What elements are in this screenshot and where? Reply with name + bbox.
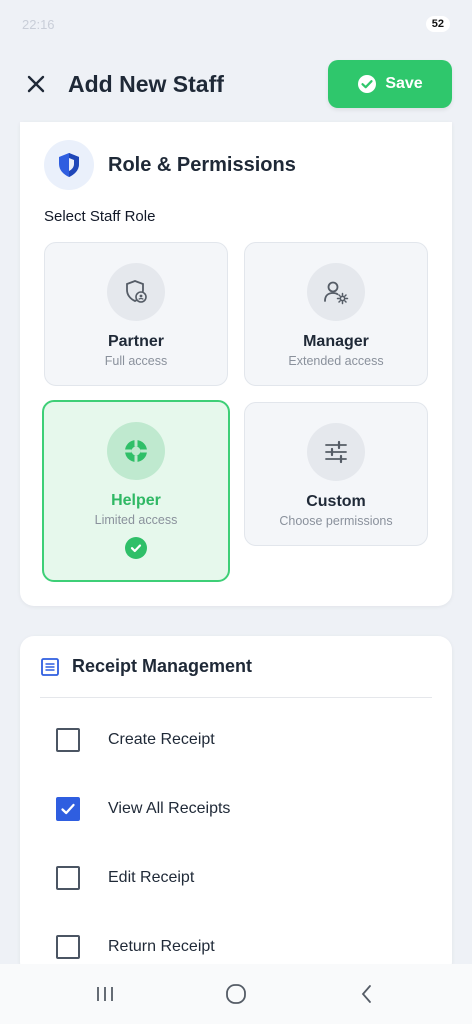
status-time: 22:16 <box>22 16 55 32</box>
permission-view-all-receipts[interactable]: View All Receipts <box>56 797 230 821</box>
lifebuoy-icon <box>125 440 147 462</box>
home-icon <box>226 984 246 1004</box>
role-name: Partner <box>107 333 165 350</box>
checkbox[interactable] <box>56 935 80 959</box>
shield-icon-wrap <box>44 140 94 190</box>
battery-indicator: 52 <box>425 16 450 32</box>
checkbox[interactable] <box>56 728 80 752</box>
checkmark-icon <box>61 803 75 815</box>
role-name: Manager <box>303 333 369 350</box>
role-desc: Limited access <box>94 513 178 527</box>
save-button[interactable]: Save <box>328 60 452 108</box>
save-label: Save <box>385 75 423 92</box>
check-circle-icon <box>358 75 377 93</box>
permission-label: Return Receipt <box>108 938 215 955</box>
checkbox[interactable] <box>56 797 80 821</box>
permission-create-receipt[interactable]: Create Receipt <box>56 728 215 752</box>
recent-apps-icon <box>97 987 114 1001</box>
user-gear-icon <box>324 281 349 305</box>
role-desc: Choose permissions <box>279 514 393 528</box>
checkbox[interactable] <box>56 866 80 890</box>
permission-label: Edit Receipt <box>108 869 195 886</box>
role-option-custom[interactable]: Custom Choose permissions <box>244 402 428 546</box>
role-desc: Full access <box>104 354 168 368</box>
role-option-helper[interactable]: Helper Limited access <box>42 400 230 582</box>
back-icon <box>361 985 371 1003</box>
role-permissions-card: Role & Permissions Select Staff Role Par… <box>20 122 452 606</box>
home-button[interactable] <box>216 974 256 1014</box>
shield-user-icon <box>126 280 147 303</box>
sliders-icon <box>325 440 347 464</box>
page-title: Add New Staff <box>68 70 224 97</box>
permission-return-receipt[interactable]: Return Receipt <box>56 935 215 959</box>
receipt-management-card: Receipt Management Create Receipt View A… <box>20 636 452 976</box>
app-header: Add New Staff Save <box>0 48 472 120</box>
close-icon <box>27 75 45 93</box>
back-button[interactable] <box>347 974 387 1014</box>
role-option-partner[interactable]: Partner Full access <box>44 242 228 386</box>
recent-apps-button[interactable] <box>85 974 125 1014</box>
receipt-section-title: Receipt Management <box>72 656 253 676</box>
select-role-label: Select Staff Role <box>44 208 156 225</box>
role-section-header: Role & Permissions <box>20 122 452 196</box>
permission-label: Create Receipt <box>108 731 215 748</box>
permission-label: View All Receipts <box>108 800 231 817</box>
receipt-section-header: Receipt Management <box>40 636 432 698</box>
permission-edit-receipt[interactable]: Edit Receipt <box>56 866 194 890</box>
list-icon <box>41 657 59 676</box>
role-name: Custom <box>306 493 366 510</box>
role-option-manager[interactable]: Manager Extended access <box>244 242 428 386</box>
system-nav-bar <box>0 964 472 1024</box>
close-button[interactable] <box>22 70 50 98</box>
role-desc: Extended access <box>288 354 384 368</box>
role-name: Helper <box>111 492 161 509</box>
status-bar: 22:16 52 <box>0 0 472 48</box>
role-section-title: Role & Permissions <box>108 153 296 176</box>
shield-icon <box>59 153 79 177</box>
selected-check-icon <box>125 537 147 559</box>
